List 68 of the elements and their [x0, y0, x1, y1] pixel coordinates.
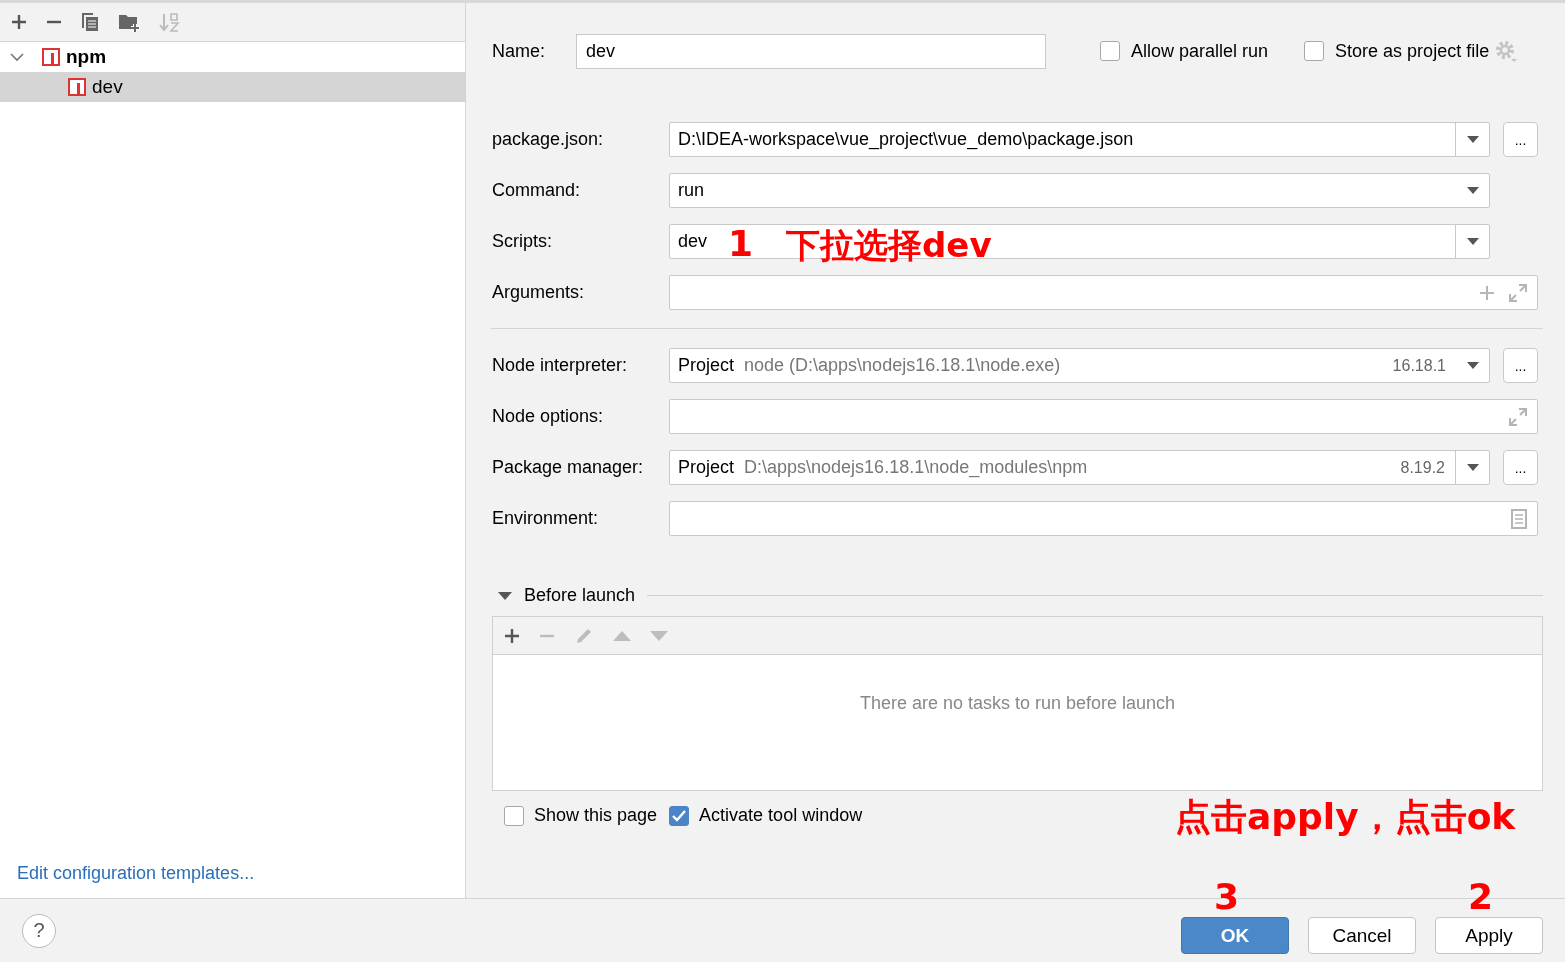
checkbox[interactable] — [1304, 41, 1325, 61]
annotation-text: 点击apply，点击ok — [1175, 795, 1516, 839]
field-label: Package manager: — [492, 457, 645, 478]
tree-item[interactable]: dev — [0, 72, 465, 102]
checkbox[interactable] — [1100, 41, 1120, 61]
dropdown-arrow-icon[interactable] — [1466, 238, 1479, 245]
checkbox-label: Show this page — [534, 805, 658, 826]
field-label: Command: — [492, 180, 582, 201]
field-prefix: Project — [677, 355, 735, 376]
help-button[interactable]: ? — [22, 913, 56, 948]
dropdown-arrow-icon[interactable] — [1466, 187, 1479, 194]
field-value: run — [677, 180, 704, 201]
field-label: Scripts: — [492, 231, 553, 252]
gear-icon[interactable] — [1495, 40, 1518, 62]
sort-icon[interactable] — [159, 12, 181, 32]
field-label: Environment: — [492, 508, 600, 529]
npm-icon — [42, 48, 60, 66]
tree-item-label: npm — [66, 46, 107, 68]
checkbox-label: Activate tool window — [699, 805, 863, 826]
field-label: Node options: — [492, 406, 605, 427]
browse-button[interactable]: ... — [1503, 122, 1538, 157]
document-icon[interactable] — [1511, 508, 1527, 529]
expand-icon[interactable] — [1509, 407, 1527, 426]
checkbox-label: Allow parallel run — [1131, 40, 1269, 62]
empty-message: There are no tasks to run before launch — [859, 693, 1176, 715]
dropdown-field[interactable]: run — [669, 173, 1490, 208]
dropdown-field[interactable]: D:\IDEA-workspace\vue_project\vue_demo\package.json — [669, 122, 1490, 157]
browse-button[interactable]: ... — [1503, 348, 1538, 383]
folder-add-icon[interactable] — [118, 12, 140, 32]
field-value: D:\apps\nodejs16.18.1\node_modules\npm — [744, 457, 1088, 478]
expand-icon[interactable] — [1509, 283, 1527, 302]
input-field[interactable] — [669, 399, 1538, 434]
field-value: node (D:\apps\nodejs16.18.1\node.exe) — [744, 355, 1061, 376]
dialog-button[interactable]: Cancel — [1308, 917, 1416, 954]
annotation-text: 2 — [1468, 876, 1494, 917]
input-field[interactable] — [669, 501, 1538, 536]
add-icon[interactable] — [11, 14, 27, 30]
dropdown-arrow-icon[interactable] — [1466, 464, 1479, 471]
name-label: Name: — [492, 40, 546, 62]
dropdown-arrow-icon[interactable] — [1466, 136, 1479, 143]
dropdown-field[interactable]: Project node (D:\apps\nodejs16.18.1\node.exe) 16.18.1 — [669, 348, 1490, 383]
templates-link[interactable]: Edit configuration templates... — [17, 863, 255, 883]
field-prefix: Project — [677, 457, 735, 478]
browse-button[interactable]: ... — [1503, 450, 1538, 485]
add-icon[interactable] — [504, 627, 520, 644]
section-title: Before launch — [524, 585, 636, 606]
field-label: Node interpreter: — [492, 355, 629, 376]
copy-icon[interactable] — [81, 12, 99, 32]
collapse-triangle-icon[interactable] — [498, 591, 512, 600]
dropdown-arrow-icon[interactable] — [1466, 362, 1479, 369]
name-field[interactable]: dev — [576, 33, 1046, 69]
tree-item[interactable]: npm — [0, 42, 465, 72]
checkbox[interactable] — [504, 805, 524, 826]
field-value: D:\IDEA-workspace\vue_project\vue_demo\package.json — [677, 129, 1134, 150]
field-label: package.json: — [492, 129, 605, 150]
checkbox-label: Store as project file — [1335, 40, 1490, 62]
plus-icon[interactable] — [1479, 284, 1495, 301]
version-text: 16.18.1 — [1392, 356, 1447, 375]
checkbox[interactable] — [669, 805, 690, 826]
chevron-icon[interactable] — [10, 52, 24, 62]
field-value: dev — [677, 231, 708, 252]
dropdown-field[interactable]: Project D:\apps\nodejs16.18.1\node_modules\npm 8.19.2 — [669, 450, 1490, 485]
annotation-text: 3 — [1214, 876, 1240, 917]
version-text: 8.19.2 — [1400, 458, 1446, 477]
tree-item-label: dev — [92, 76, 123, 98]
npm-icon — [68, 78, 86, 96]
field-label: Arguments: — [492, 282, 586, 303]
input-field[interactable] — [669, 275, 1538, 310]
